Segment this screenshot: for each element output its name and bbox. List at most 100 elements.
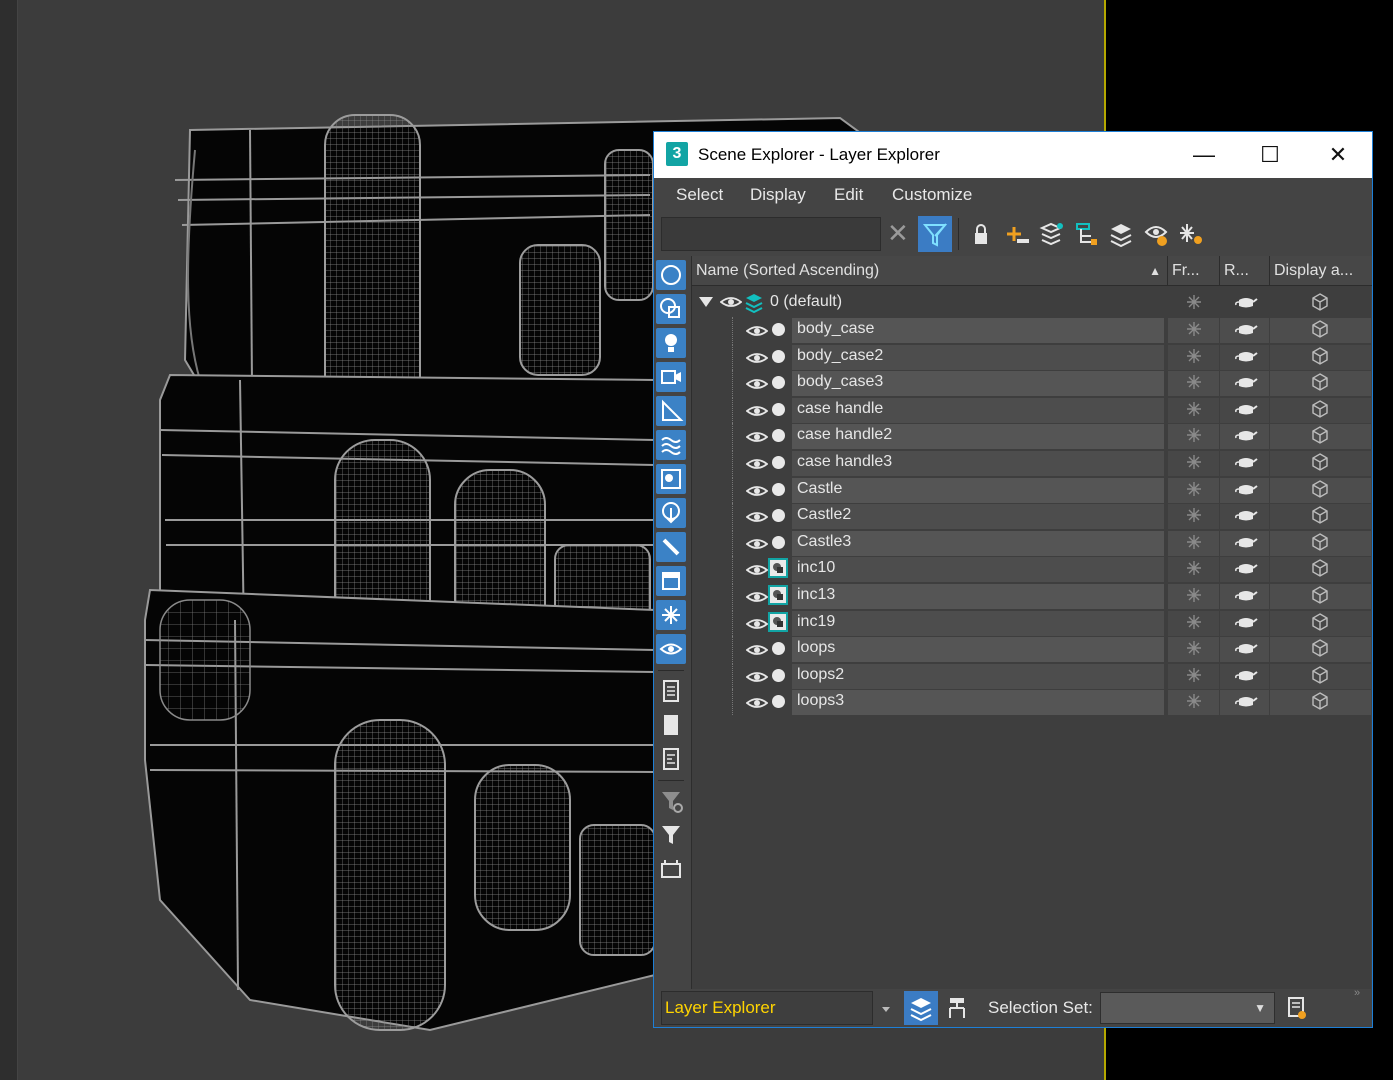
teapot-icon[interactable]	[1234, 640, 1258, 661]
scene-explorer-window[interactable]: 3 Scene Explorer - Layer Explorer — ☐ ✕ …	[653, 131, 1373, 1028]
teapot-icon[interactable]	[1234, 454, 1258, 475]
maximize-button[interactable]: ☐	[1246, 140, 1294, 170]
eye-icon[interactable]	[745, 483, 769, 504]
box-icon[interactable]	[1311, 586, 1329, 609]
layers-button[interactable]	[1104, 216, 1138, 252]
eye-icon[interactable]	[745, 350, 769, 371]
box-icon[interactable]	[1311, 639, 1329, 662]
eye-icon[interactable]	[745, 403, 769, 424]
eye-icon[interactable]	[745, 509, 769, 530]
teapot-icon[interactable]	[1234, 401, 1258, 422]
snowflake-icon[interactable]	[1186, 294, 1202, 315]
snowflake-icon[interactable]	[1186, 693, 1202, 714]
eye-icon[interactable]	[745, 669, 769, 690]
box-icon[interactable]	[1311, 665, 1329, 689]
sort-by-hierarchy-button[interactable]	[940, 991, 974, 1025]
explorer-name-field[interactable]: Layer Explorer	[661, 991, 873, 1025]
box-icon[interactable]	[1311, 532, 1329, 556]
teapot-icon[interactable]	[1234, 374, 1258, 395]
add-to-layer-button[interactable]	[1034, 216, 1068, 252]
teapot-icon[interactable]	[1234, 693, 1258, 714]
menu-display[interactable]: Display	[750, 185, 806, 205]
snowflake-icon[interactable]	[1186, 348, 1202, 369]
eye-icon[interactable]	[745, 376, 769, 397]
menu-edit[interactable]: Edit	[834, 185, 863, 205]
object-row[interactable]: case handle2	[692, 423, 1372, 450]
display-none-button[interactable]	[656, 710, 686, 740]
eye-icon[interactable]	[745, 562, 769, 583]
teapot-icon[interactable]	[1234, 667, 1258, 688]
object-row[interactable]: loops	[692, 636, 1372, 663]
teapot-icon[interactable]	[1234, 348, 1258, 369]
snowflake-icon[interactable]	[1186, 401, 1202, 422]
object-row[interactable]: Castle3	[692, 529, 1372, 557]
filter-geometry-button[interactable]	[656, 260, 686, 290]
eye-icon[interactable]	[720, 294, 742, 310]
box-icon[interactable]	[1311, 479, 1329, 503]
menu-select[interactable]: Select	[676, 185, 723, 205]
object-row[interactable]: case handle	[692, 396, 1372, 424]
filter-helpers-button[interactable]	[656, 396, 686, 426]
advanced-filter-button[interactable]	[656, 786, 686, 816]
snowflake-icon[interactable]	[1186, 454, 1202, 475]
snowflake-icon[interactable]	[1186, 587, 1202, 608]
display-all-button[interactable]	[656, 676, 686, 706]
expand-chevrons-icon[interactable]: »	[1354, 987, 1360, 999]
hide-layer-button[interactable]	[1139, 216, 1173, 252]
teapot-icon[interactable]	[1234, 560, 1258, 581]
layer-tree[interactable]: Name (Sorted Ascending) ▲ Fr... R... Disp…	[691, 256, 1372, 989]
title-bar[interactable]: 3 Scene Explorer - Layer Explorer — ☐ ✕	[654, 132, 1372, 178]
snowflake-icon[interactable]	[1186, 560, 1202, 581]
find-case-button[interactable]	[656, 854, 686, 884]
column-display-header[interactable]: Display a...	[1270, 256, 1372, 286]
expand-triangle-icon[interactable]	[698, 296, 714, 308]
object-row[interactable]: Castle	[692, 476, 1372, 504]
filter-hidden-button[interactable]	[656, 634, 686, 664]
object-row[interactable]: body_case2	[692, 343, 1372, 371]
object-row[interactable]: inc13	[692, 583, 1372, 609]
freeze-layer-button[interactable]	[1174, 216, 1208, 252]
object-row[interactable]: case handle3	[692, 450, 1372, 476]
object-row[interactable]: loops2	[692, 662, 1372, 690]
hierarchy-button[interactable]	[1069, 216, 1103, 252]
teapot-icon[interactable]	[1234, 321, 1258, 342]
box-icon[interactable]	[1311, 692, 1329, 715]
sort-by-layer-button[interactable]	[904, 991, 938, 1025]
filter-shapes-button[interactable]	[656, 294, 686, 324]
box-icon[interactable]	[1311, 346, 1329, 370]
snowflake-icon[interactable]	[1186, 507, 1202, 528]
snowflake-icon[interactable]	[1186, 374, 1202, 395]
filter-groups-button[interactable]	[656, 464, 686, 494]
eye-icon[interactable]	[745, 589, 769, 610]
display-invert-button[interactable]	[656, 744, 686, 774]
box-icon[interactable]	[1311, 293, 1329, 316]
toggle-filter-button[interactable]	[918, 216, 952, 252]
object-row[interactable]: loops3	[692, 689, 1372, 716]
eye-icon[interactable]	[745, 536, 769, 557]
snowflake-icon[interactable]	[1186, 427, 1202, 448]
explorer-dropdown-button[interactable]	[876, 991, 896, 1025]
box-icon[interactable]	[1311, 426, 1329, 449]
filter-spacewarps-button[interactable]	[656, 430, 686, 460]
eye-icon[interactable]	[745, 429, 769, 450]
layer-row-default[interactable]: 0 (default)	[692, 290, 1372, 316]
object-row[interactable]: body_case	[692, 317, 1372, 343]
teapot-icon[interactable]	[1234, 507, 1258, 528]
lock-button[interactable]	[964, 216, 998, 252]
search-input[interactable]	[661, 217, 881, 251]
snowflake-icon[interactable]	[1186, 321, 1202, 342]
filter-bones-button[interactable]	[656, 532, 686, 562]
snowflake-icon[interactable]	[1186, 534, 1202, 555]
filter-cameras-button[interactable]	[656, 362, 686, 392]
snowflake-icon[interactable]	[1186, 667, 1202, 688]
object-row[interactable]: Castle2	[692, 503, 1372, 530]
close-button[interactable]: ✕	[1314, 140, 1362, 170]
filter-xrefs-button[interactable]	[656, 498, 686, 528]
box-icon[interactable]	[1311, 399, 1329, 423]
snowflake-icon[interactable]	[1186, 640, 1202, 661]
eye-icon[interactable]	[745, 616, 769, 637]
filter-button[interactable]	[656, 820, 686, 850]
filter-frozen-button[interactable]	[656, 600, 686, 630]
box-icon[interactable]	[1311, 506, 1329, 529]
teapot-icon[interactable]	[1234, 534, 1258, 555]
